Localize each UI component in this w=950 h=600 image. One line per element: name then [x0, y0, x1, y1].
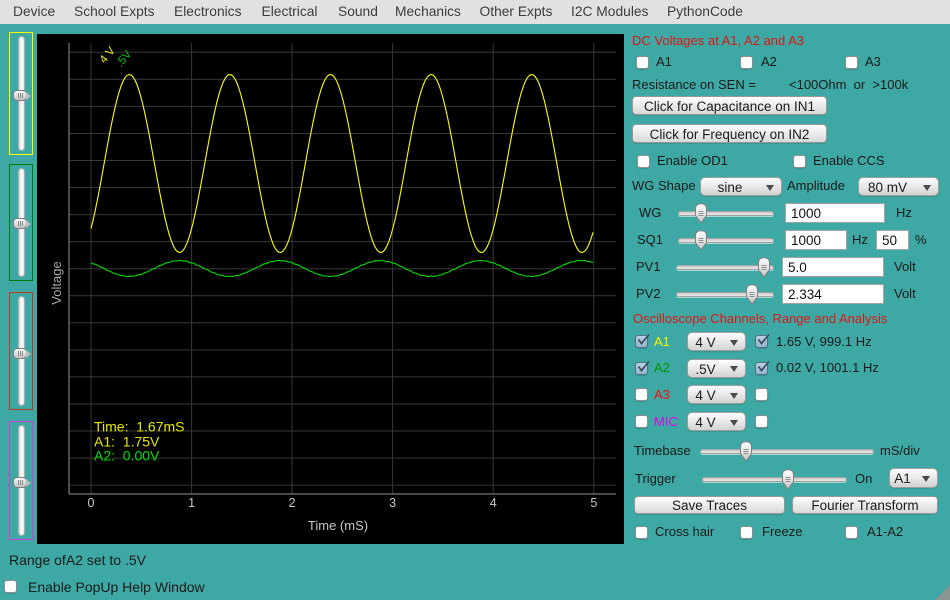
svg-text:2: 2 — [289, 496, 296, 510]
svg-text:3: 3 — [389, 496, 396, 510]
svg-text:1: 1 — [188, 496, 195, 510]
svg-text:Time: 1.67mS: Time: 1.67mS — [94, 419, 185, 435]
svg-text:5: 5 — [590, 496, 597, 510]
svg-text:A2: 0.00V: A2: 0.00V — [94, 448, 160, 464]
svg-text:Time (mS): Time (mS) — [308, 518, 368, 533]
svg-text:.5V: .5V — [114, 48, 134, 69]
svg-text:0: 0 — [88, 496, 95, 510]
svg-text:4: 4 — [490, 496, 497, 510]
svg-text:Voltage: Voltage — [49, 261, 64, 304]
